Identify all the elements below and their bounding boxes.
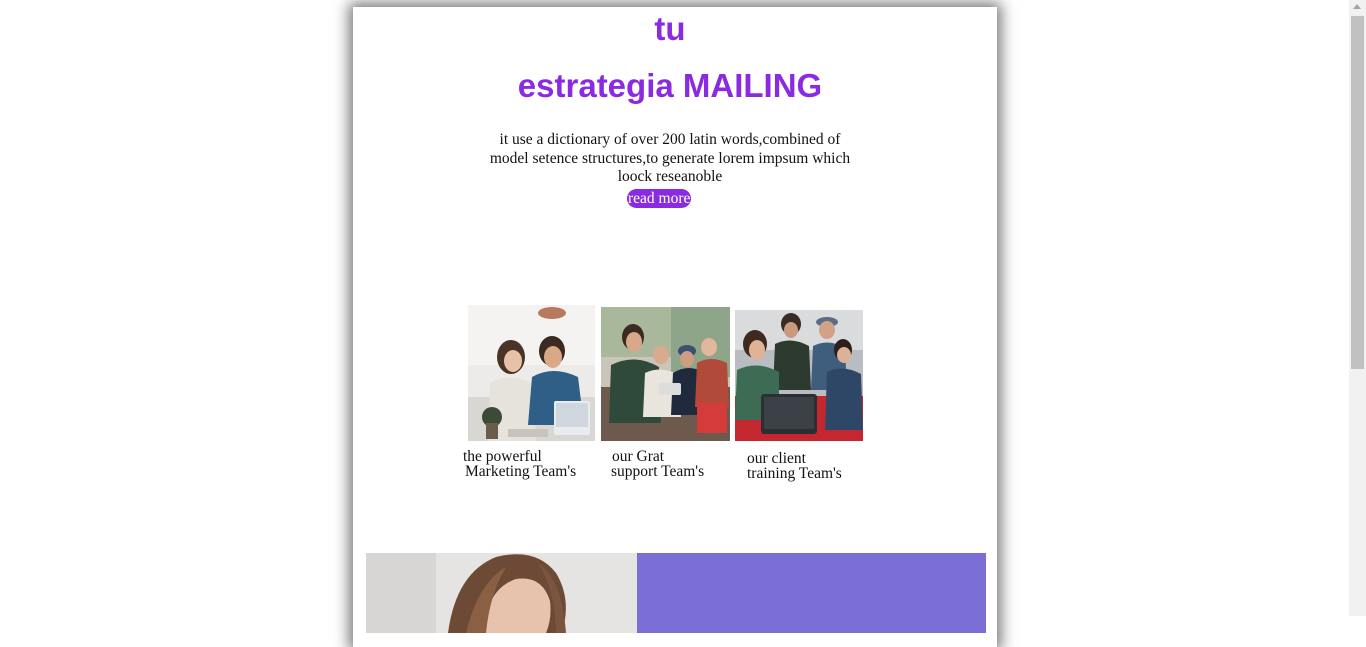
training-team-caption: our client training Team's bbox=[747, 451, 842, 482]
training-team-image bbox=[735, 310, 863, 441]
support-team-caption-line2: support Team's bbox=[611, 462, 705, 480]
marketing-team-photo bbox=[468, 305, 595, 441]
banner-panel bbox=[637, 553, 986, 633]
scrollbar-thumb[interactable] bbox=[1351, 16, 1364, 369]
marketing-team-caption: the powerful Marketing Team's bbox=[463, 449, 577, 480]
support-team-photo bbox=[601, 307, 730, 441]
support-team-caption: our Grat support Team's bbox=[611, 449, 705, 480]
read-more-button[interactable]: read more bbox=[627, 189, 692, 208]
training-team-caption-line2: training Team's bbox=[747, 464, 842, 482]
content-card: tu estrategia MAILING it use a dictionar… bbox=[353, 7, 997, 647]
scroll-up-arrow-icon[interactable] bbox=[1353, 4, 1361, 9]
bottom-banner bbox=[366, 553, 986, 633]
marketing-team-caption-line2: Marketing Team's bbox=[465, 462, 577, 480]
banner-photo bbox=[366, 553, 637, 633]
intro-text: it use a dictionary of over 200 latin wo… bbox=[489, 131, 851, 185]
vertical-scrollbar[interactable] bbox=[1349, 0, 1366, 616]
marketing-team-image bbox=[468, 305, 595, 441]
training-team-photo bbox=[735, 310, 863, 441]
support-team-image bbox=[601, 307, 730, 441]
brand-title-top: tu bbox=[654, 10, 686, 47]
brand-title-main: estrategia MAILING bbox=[517, 67, 823, 104]
woman-portrait-image bbox=[366, 553, 637, 633]
